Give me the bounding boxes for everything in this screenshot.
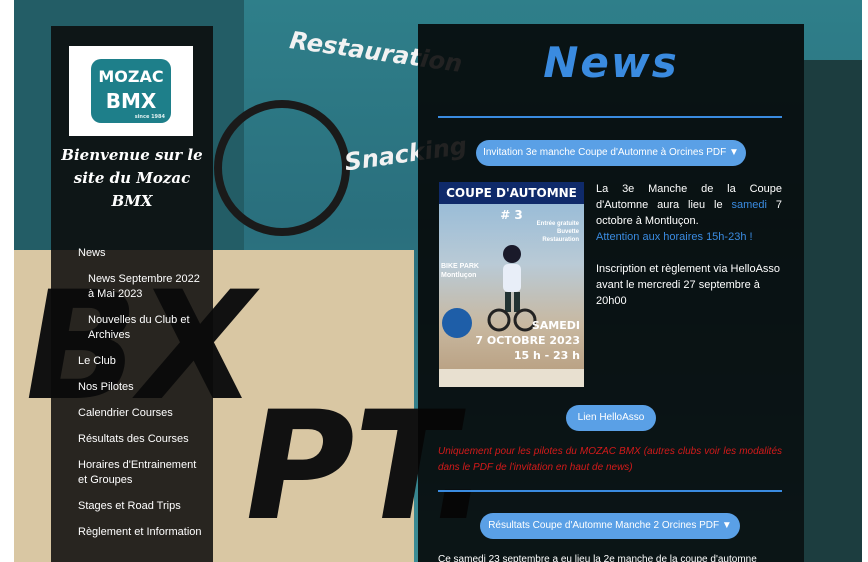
poster-day: SAMEDI	[531, 319, 580, 332]
club-logo[interactable]: MOZAC BMX since 1984	[69, 46, 193, 136]
logo-badge: MOZAC BMX since 1984	[91, 59, 171, 123]
news-panel: News Invitation 3e manche Coupe d'Automn…	[418, 24, 804, 562]
next-article-text: Ce samedi 23 septembre a eu lieu la 2e m…	[438, 554, 757, 562]
poster-hours: 15 h - 23 h	[513, 349, 580, 362]
intro-highlight: samedi	[731, 199, 767, 211]
poster-club-logo	[442, 308, 472, 338]
members-only-notice: Uniquement pour les pilotes du MOZAC BMX…	[438, 446, 782, 473]
poster-title: COUPE D'AUTOMNE # 3	[439, 182, 584, 222]
logo-line-1: MOZAC	[98, 67, 164, 86]
logo-tag: since 1984	[134, 114, 165, 120]
nav-item-horaires[interactable]: Horaires d'Entrainement et Groupes	[78, 458, 208, 488]
poster-venue: BIKE PARK Montluçon	[441, 263, 479, 279]
divider-top	[438, 116, 782, 118]
nav-item-news-2022-2023[interactable]: News Septembre 2022 à Mai 2023	[78, 272, 208, 302]
sidebar-nav: News News Septembre 2022 à Mai 2023 Nouv…	[78, 246, 208, 551]
sidebar: MOZAC BMX since 1984 Bienvenue sur le si…	[51, 26, 213, 562]
welcome-heading: Bienvenue sur le site du Mozac BMX	[61, 146, 203, 210]
intro-line: La 3e Manche de la Coupe d'Automne aura …	[596, 181, 782, 229]
page-title: News	[543, 38, 679, 87]
event-poster[interactable]: COUPE D'AUTOMNE # 3 Entrée gratuite Buve…	[439, 182, 584, 387]
intro-attention: Attention aux horaires 15h-23h !	[596, 231, 753, 243]
divider-bottom	[438, 490, 782, 492]
logo-line-2: BMX	[105, 89, 157, 113]
nav-item-resultats[interactable]: Résultats des Courses	[78, 432, 208, 447]
nav-item-nos-pilotes[interactable]: Nos Pilotes	[78, 380, 208, 395]
bg-wheel	[214, 100, 350, 236]
bg-crowd	[804, 60, 862, 562]
nav-item-reglement[interactable]: Règlement et Information	[78, 525, 208, 540]
poster-meta: Entrée gratuite Buvette Restauration	[536, 221, 579, 243]
nav-item-club-news-archives[interactable]: Nouvelles du Club et Archives	[78, 313, 208, 343]
intro-registration: Inscription et règlement via HelloAsso a…	[596, 263, 781, 307]
helloasso-link-button[interactable]: Lien HelloAsso	[566, 405, 656, 431]
nav-item-le-club[interactable]: Le Club	[78, 354, 208, 369]
nav-item-stages[interactable]: Stages et Road Trips	[78, 499, 208, 514]
poster-date-text: 7 OCTOBRE 2023	[475, 334, 580, 347]
invitation-pdf-button[interactable]: Invitation 3e manche Coupe d'Automne à O…	[476, 140, 746, 166]
poster-date: SAMEDI 7 OCTOBRE 2023 15 h - 23 h	[475, 318, 580, 363]
event-description: La 3e Manche de la Coupe d'Automne aura …	[596, 181, 782, 309]
nav-item-news[interactable]: News	[78, 246, 208, 261]
results-pdf-button[interactable]: Résultats Coupe d'Automne Manche 2 Orcin…	[480, 513, 740, 539]
poster-sponsors	[439, 369, 584, 387]
nav-item-calendrier[interactable]: Calendrier Courses	[78, 406, 208, 421]
